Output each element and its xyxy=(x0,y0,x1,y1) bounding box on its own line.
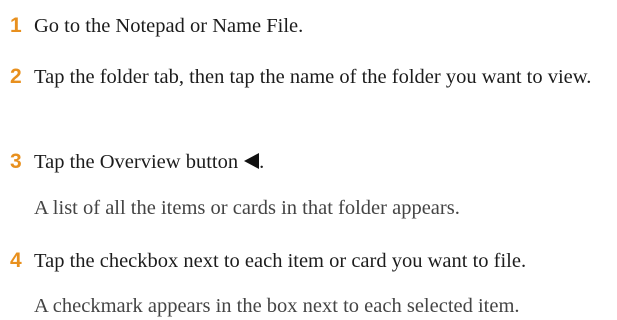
step-number: 4 xyxy=(10,249,22,272)
step-text: Tap the folder tab, then tap the name of… xyxy=(34,66,592,88)
step-text-end: . xyxy=(259,151,265,173)
step-number: 1 xyxy=(10,14,22,37)
instruction-steps: 1 Go to the Notepad or Name File. 2 Tap … xyxy=(0,0,617,320)
overview-triangle-left-icon xyxy=(244,153,260,169)
step-text-line: Tap the Overview button. xyxy=(34,144,613,180)
step-text: Tap the checkbox next to each item or ca… xyxy=(34,250,527,272)
step-number: 2 xyxy=(10,65,22,88)
step-text: Go to the Notepad or Name File. xyxy=(34,15,304,37)
step-note: A list of all the items or cards in that… xyxy=(34,197,460,219)
step-note: A checkmark appears in the box next to e… xyxy=(34,295,520,317)
step-text: Tap the Overview button xyxy=(34,151,239,173)
step-number: 3 xyxy=(10,150,22,173)
